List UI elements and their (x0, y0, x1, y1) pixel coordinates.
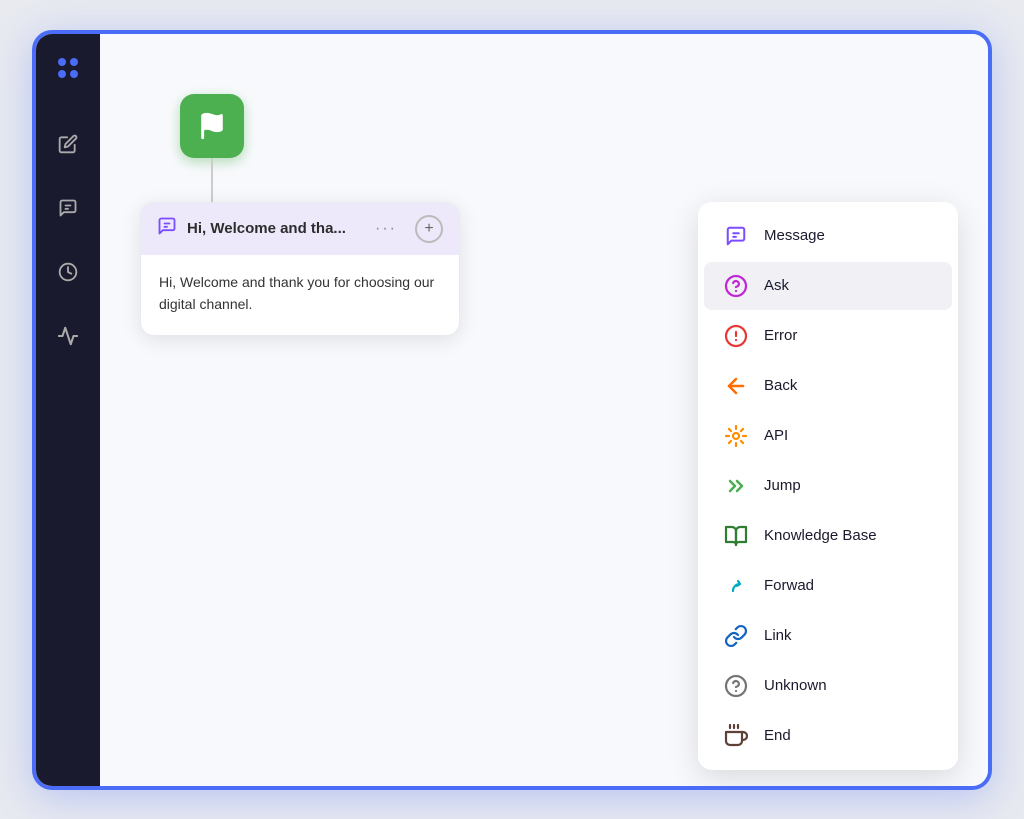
connector-line (211, 158, 213, 206)
message-card-body: Hi, Welcome and thank you for choosing o… (141, 255, 459, 336)
end-icon (722, 722, 750, 750)
logo (54, 54, 82, 88)
dropdown-menu: Message Ask (698, 202, 958, 770)
start-node[interactable] (180, 94, 244, 158)
unknown-icon (722, 672, 750, 700)
knowledge-base-icon (722, 522, 750, 550)
message-card-header: Hi, Welcome and tha... ··· + (141, 203, 459, 255)
dropdown-item-end[interactable]: End (704, 712, 952, 760)
error-icon (722, 322, 750, 350)
error-label: Error (764, 327, 797, 344)
dropdown-item-error[interactable]: Error (704, 312, 952, 360)
forward-icon (722, 572, 750, 600)
sidebar-item-edit[interactable] (50, 126, 86, 162)
unknown-label: Unknown (764, 677, 827, 694)
api-icon (722, 422, 750, 450)
dropdown-item-knowledge-base[interactable]: Knowledge Base (704, 512, 952, 560)
ask-label: Ask (764, 277, 789, 294)
dropdown-item-message[interactable]: Message (704, 212, 952, 260)
sidebar-item-analytics[interactable] (50, 318, 86, 354)
back-icon (722, 372, 750, 400)
message-label: Message (764, 227, 825, 244)
forward-label: Forwad (764, 577, 814, 594)
back-label: Back (764, 377, 797, 394)
dropdown-item-unknown[interactable]: Unknown (704, 662, 952, 710)
jump-icon (722, 472, 750, 500)
ask-icon (722, 272, 750, 300)
sidebar-item-dashboard[interactable] (50, 254, 86, 290)
message-card-header-icon (157, 216, 177, 241)
message-card-text: Hi, Welcome and thank you for choosing o… (159, 271, 441, 316)
dropdown-item-jump[interactable]: Jump (704, 462, 952, 510)
dropdown-item-link[interactable]: Link (704, 612, 952, 660)
link-label: Link (764, 627, 792, 644)
message-card-dots[interactable]: ··· (375, 220, 397, 238)
dropdown-item-forward[interactable]: Forwad (704, 562, 952, 610)
dropdown-item-back[interactable]: Back (704, 362, 952, 410)
link-icon (722, 622, 750, 650)
canvas: Hi, Welcome and tha... ··· + Hi, Welcome… (100, 34, 988, 786)
message-card-title: Hi, Welcome and tha... (187, 220, 365, 237)
jump-label: Jump (764, 477, 801, 494)
api-label: API (764, 427, 788, 444)
end-label: End (764, 727, 791, 744)
message-card: Hi, Welcome and tha... ··· + Hi, Welcome… (140, 202, 460, 337)
knowledge-base-label: Knowledge Base (764, 527, 877, 544)
app-frame: Hi, Welcome and tha... ··· + Hi, Welcome… (32, 30, 992, 790)
message-icon (722, 222, 750, 250)
sidebar (36, 34, 100, 786)
dropdown-item-ask[interactable]: Ask (704, 262, 952, 310)
add-node-button[interactable]: + (415, 215, 443, 243)
sidebar-item-chat[interactable] (50, 190, 86, 226)
dropdown-item-api[interactable]: API (704, 412, 952, 460)
